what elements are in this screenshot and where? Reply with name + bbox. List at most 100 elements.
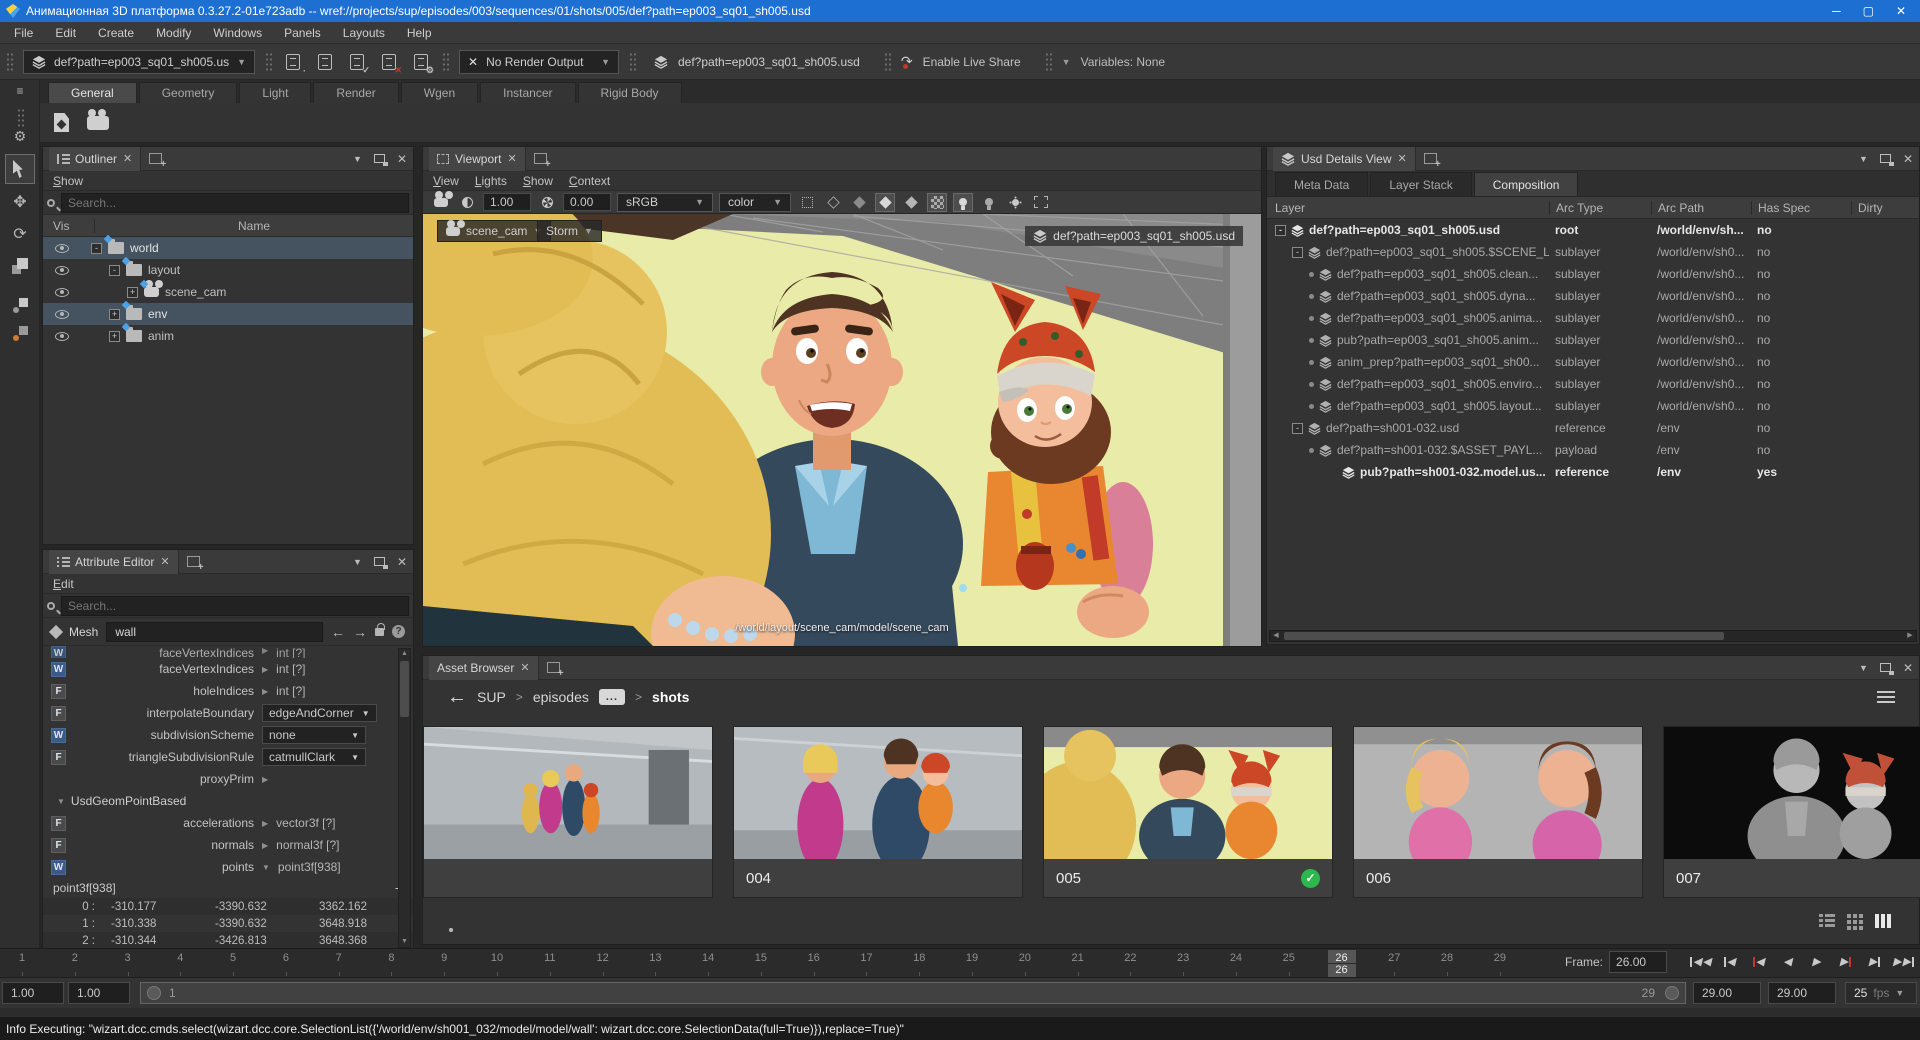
column-name[interactable]: Name (95, 219, 413, 233)
collapse-icon[interactable]: - (109, 265, 120, 276)
collapse-icon[interactable]: - (91, 243, 102, 254)
usd-layer-row[interactable]: -def?path=sh001-032.usdreference/envno (1267, 417, 1919, 439)
add-pane-icon[interactable] (534, 153, 547, 164)
toolbar-grip[interactable] (6, 52, 13, 72)
fstop-field[interactable]: 0.00 (563, 193, 611, 211)
close-icon[interactable]: ✕ (520, 661, 529, 674)
discard-layer-icon[interactable]: ✕ (378, 51, 400, 73)
attribute-edit-menu[interactable]: Edit (53, 577, 74, 591)
expand-icon[interactable]: ▶ (262, 841, 268, 850)
next-prim-icon[interactable]: → (353, 624, 367, 640)
outliner-row-anim[interactable]: +anim (43, 325, 413, 347)
close-icon[interactable]: ✕ (397, 152, 407, 166)
rotate-tool-button[interactable]: ⟳ (0, 224, 40, 244)
expand-icon[interactable]: ▶ (262, 665, 268, 674)
outliner-row-world[interactable]: -world (43, 237, 413, 259)
attribute-row-normals[interactable]: Fnormals▶normal3f [?] (43, 834, 413, 856)
toolbar-grip[interactable] (265, 52, 272, 72)
frame-number-26[interactable]: 26 (1335, 952, 1347, 964)
tab-light[interactable]: Light (239, 82, 311, 103)
viewport-menu-show[interactable]: Show (523, 174, 553, 188)
visibility-eye-icon[interactable] (55, 310, 69, 319)
attribute-search-input[interactable]: Search... (61, 596, 409, 616)
column-has-spec[interactable]: Has Spec (1751, 201, 1851, 215)
chevron-down-icon[interactable]: ▼ (353, 557, 362, 567)
float-panel-icon[interactable] (1880, 154, 1891, 163)
playback-end-field[interactable]: 29.00 (1693, 982, 1761, 1004)
float-panel-icon[interactable] (374, 154, 385, 163)
attribute-row-subdivisionScheme[interactable]: WsubdivisionSchemenone▼ (43, 724, 413, 746)
channel-dropdown[interactable]: color▼ (719, 193, 791, 212)
shelf-page-icon[interactable] (54, 113, 69, 132)
expand-icon[interactable]: ▶ (262, 646, 268, 655)
add-pane-icon[interactable] (547, 662, 560, 673)
select-tool-button[interactable] (5, 154, 35, 184)
attribute-row-points[interactable]: Wpoints▼point3f[938] (43, 856, 413, 878)
attribute-row-accelerations[interactable]: Faccelerations▶vector3f [?] (43, 812, 413, 834)
frame-number-17[interactable]: 17 (860, 952, 872, 964)
new-layer-icon[interactable] (314, 51, 336, 73)
snapshot-icon[interactable]: · (282, 51, 304, 73)
shot-card-005[interactable]: 005✓ (1043, 726, 1333, 898)
menu-file[interactable]: File (14, 26, 33, 40)
usd-layer-row[interactable]: def?path=ep003_sq01_sh005.dyna...sublaye… (1267, 285, 1919, 307)
next-frame-button[interactable]: ▶ (1833, 950, 1858, 973)
viewport-tab[interactable]: Viewport ✕ (429, 147, 526, 171)
visibility-eye-icon[interactable] (55, 288, 69, 297)
close-icon[interactable]: ✕ (1903, 152, 1913, 166)
rail-grip[interactable] (0, 108, 40, 128)
frame-number-28[interactable]: 28 (1441, 952, 1453, 964)
chevron-down-icon[interactable]: ▼ (353, 154, 362, 164)
usd-layer-row[interactable]: anim_prep?path=ep003_sq01_sh00...sublaye… (1267, 351, 1919, 373)
frame-number-10[interactable]: 10 (491, 952, 503, 964)
view-columns-icon[interactable] (1875, 914, 1891, 928)
scene-lights-icon[interactable] (979, 193, 999, 212)
menu-create[interactable]: Create (98, 26, 134, 40)
frame-number-24[interactable]: 24 (1230, 952, 1242, 964)
attribute-scrollbar[interactable]: ▲ ▼ (398, 648, 411, 948)
view-list-icon[interactable] (1819, 914, 1835, 928)
close-icon[interactable]: ✕ (1397, 152, 1406, 165)
node-tool-button[interactable] (0, 298, 40, 314)
point-row[interactable]: 0 :-310.177-3390.6323362.162 (43, 898, 413, 915)
fps-dropdown[interactable]: 25 fps ▼ (1845, 982, 1917, 1004)
frame-value-field[interactable]: 26.00 (1609, 951, 1667, 973)
column-arc-type[interactable]: Arc Type (1549, 201, 1651, 215)
attribute-row-proxyPrim[interactable]: FproxyPrim▶ (43, 768, 413, 790)
outliner-search-input[interactable]: Search... (61, 193, 409, 213)
move-tool-button[interactable]: ✥ (0, 192, 40, 212)
expand-icon[interactable]: ▶ (262, 687, 268, 696)
collapse-icon[interactable]: - (1275, 225, 1286, 236)
breadcrumb-root[interactable]: SUP (477, 689, 506, 705)
usd-layer-row[interactable]: pub?path=ep003_sq01_sh005.anim...sublaye… (1267, 329, 1919, 351)
expand-icon[interactable]: ▶ (262, 775, 268, 784)
prev-frame-button[interactable]: ◀ (1746, 950, 1771, 973)
play-button[interactable]: ▶ (1804, 950, 1829, 973)
browser-menu-icon[interactable] (1877, 691, 1895, 703)
frame-number-29[interactable]: 29 (1494, 952, 1506, 964)
rail-settings-gear-icon[interactable]: ⚙ (0, 128, 40, 145)
expand-icon[interactable]: + (109, 331, 120, 342)
breadcrumb-episodes[interactable]: episodes (533, 689, 589, 705)
usd-layer-row[interactable]: def?path=ep003_sq01_sh005.layout...subla… (1267, 395, 1919, 417)
layer-settings-icon[interactable]: ⚙ (410, 51, 432, 73)
scale-tool-button[interactable] (0, 258, 40, 274)
marquee-select-icon[interactable] (797, 193, 817, 212)
frame-number-1[interactable]: 1 (19, 952, 25, 964)
frame-number-9[interactable]: 9 (441, 952, 447, 964)
attribute-row-faceVertexIndices[interactable]: WfaceVertexIndices▶int [?] (43, 658, 413, 680)
tab-rigid-body[interactable]: Rigid Body (578, 82, 682, 103)
view-grid-icon[interactable] (1847, 914, 1863, 928)
tab-render[interactable]: Render (313, 82, 398, 103)
shading-flat-icon[interactable] (901, 193, 921, 212)
tab-geometry[interactable]: Geometry (139, 82, 238, 103)
collapse-icon[interactable]: - (1292, 423, 1303, 434)
asset-browser-tab[interactable]: Asset Browser ✕ (429, 656, 539, 680)
close-icon[interactable]: ✕ (160, 555, 169, 568)
range-end-field[interactable]: 29.00 (1768, 982, 1836, 1004)
menu-modify[interactable]: Modify (156, 26, 191, 40)
shelf-camera-icon[interactable] (87, 116, 109, 130)
close-icon[interactable]: ✕ (1903, 661, 1913, 675)
outliner-tab[interactable]: Outliner ✕ (49, 147, 141, 171)
frame-number-27[interactable]: 27 (1388, 952, 1400, 964)
